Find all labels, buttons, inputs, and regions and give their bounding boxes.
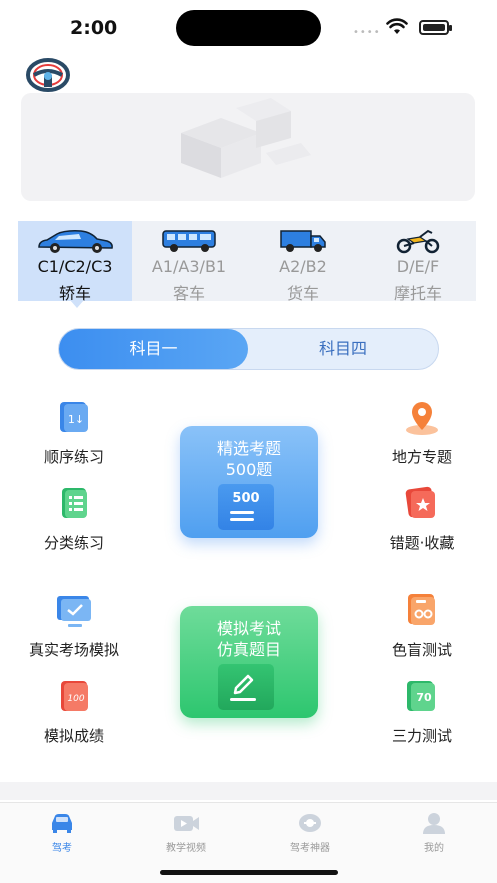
vehicle-tab-motorcycle[interactable]: D/E/F 摩托车 xyxy=(360,221,476,303)
question-sheet-icon: 500 xyxy=(218,484,274,530)
car-icon xyxy=(38,230,113,253)
mistakes-favorites-label: 错题·收藏 xyxy=(389,534,455,552)
motorcycle-icon xyxy=(396,229,440,254)
signal-icon: •••• xyxy=(353,27,381,38)
three-ability-test-label: 三力测试 xyxy=(391,727,452,745)
tab-label: 驾考 xyxy=(52,843,72,854)
subject-four-button[interactable]: 科目四 xyxy=(248,329,438,369)
tab-label: 驾考神器 xyxy=(290,843,330,854)
three-ability-test-button[interactable]: 70 三力测试 xyxy=(362,677,482,746)
vehicle-name-label: 摩托车 xyxy=(393,284,442,303)
sequence-label: 顺序练习 xyxy=(43,448,104,466)
local-topics-label: 地方专题 xyxy=(391,448,452,466)
glasses-icon xyxy=(402,591,442,631)
car-tab-icon xyxy=(48,811,76,835)
vehicle-tab-car[interactable]: C1/C2/C3 轿车 xyxy=(18,221,132,303)
tab-label: 我的 xyxy=(424,843,444,854)
question-count-badge: 500 xyxy=(232,491,260,506)
tab-teaching-videos[interactable]: 教学视频 xyxy=(124,811,248,854)
monitor-icon xyxy=(54,591,94,631)
selected-card-title: 精选考题 xyxy=(216,439,281,458)
mistakes-favorites-button[interactable]: 错题·收藏 xyxy=(362,484,482,553)
svg-text:100: 100 xyxy=(67,694,84,704)
vehicle-name-label: 客车 xyxy=(172,284,205,303)
local-topics-button[interactable]: 地方专题 xyxy=(362,398,482,467)
vehicle-code-label: A2/B2 xyxy=(279,257,327,276)
steering-wheel-icon[interactable] xyxy=(25,57,71,93)
svg-text:70: 70 xyxy=(416,691,432,704)
status-bar: 2:00 •••• xyxy=(0,0,497,56)
vehicle-tab-truck[interactable]: A2/B2 货车 xyxy=(246,221,360,303)
profile-tab-icon xyxy=(420,811,448,835)
video-tab-icon xyxy=(172,811,200,835)
score-icon: 100 xyxy=(54,677,94,717)
color-blind-test-label: 色盲测试 xyxy=(391,641,452,659)
tool-tab-icon xyxy=(296,811,324,835)
bus-icon xyxy=(162,230,216,252)
exam-simulation-button[interactable]: 真实考场模拟 xyxy=(14,591,134,660)
score-70-icon: 70 xyxy=(402,677,442,717)
selection-pointer xyxy=(70,300,84,308)
vehicle-code-label: A1/A3/B1 xyxy=(151,257,227,276)
mock-exam-card[interactable]: 模拟考试 仿真题目 xyxy=(180,606,318,718)
sequence-practice-button[interactable]: 1↓ 顺序练习 xyxy=(14,398,134,467)
color-blind-test-button[interactable]: 色盲测试 xyxy=(362,591,482,660)
vehicle-name-label: 货车 xyxy=(286,284,319,303)
dynamic-island xyxy=(176,10,321,46)
subject-one-button[interactable]: 科目一 xyxy=(59,329,248,369)
category-practice-button[interactable]: 分类练习 xyxy=(14,484,134,553)
truck-icon xyxy=(280,230,326,252)
vehicle-type-selector: C1/C2/C3 轿车 A1/A3/B1 客车 A2/B2 货车 D/E/F 摩… xyxy=(18,221,476,303)
vehicle-code-label: D/E/F xyxy=(396,257,440,276)
star-bookmark-icon xyxy=(402,484,442,524)
subject-toggle: 科目一 科目四 xyxy=(58,328,439,370)
home-indicator xyxy=(160,870,338,875)
sequence-icon: 1↓ xyxy=(54,398,94,438)
location-pin-icon xyxy=(402,398,442,438)
simulation-scores-label: 模拟成绩 xyxy=(43,727,104,745)
exam-simulation-label: 真实考场模拟 xyxy=(28,641,119,659)
banner-placeholder-graphic xyxy=(181,98,311,178)
tab-label: 教学视频 xyxy=(166,843,206,854)
list-icon xyxy=(54,484,94,524)
pencil-sheet-icon xyxy=(218,664,274,710)
vehicle-tab-bus[interactable]: A1/A3/B1 客车 xyxy=(132,221,246,303)
selected-questions-card[interactable]: 精选考题 500题 500 xyxy=(180,426,318,538)
battery-icon xyxy=(419,20,452,35)
wifi-icon xyxy=(386,18,408,34)
svg-text:1↓: 1↓ xyxy=(68,413,84,426)
category-label: 分类练习 xyxy=(43,534,104,552)
mock-card-title: 模拟考试 xyxy=(216,619,281,638)
selected-card-subtitle: 500题 xyxy=(225,460,273,479)
vehicle-code-label: C1/C2/C3 xyxy=(37,257,113,276)
banner-image[interactable] xyxy=(21,93,475,201)
tab-exam-tools[interactable]: 驾考神器 xyxy=(248,811,372,854)
status-time: 2:00 xyxy=(70,17,118,39)
tab-driving-test[interactable]: 驾考 xyxy=(0,811,124,854)
tab-profile[interactable]: 我的 xyxy=(372,811,496,854)
simulation-scores-button[interactable]: 100 模拟成绩 xyxy=(14,677,134,746)
section-divider xyxy=(0,782,497,800)
mock-card-subtitle: 仿真题目 xyxy=(216,640,281,659)
